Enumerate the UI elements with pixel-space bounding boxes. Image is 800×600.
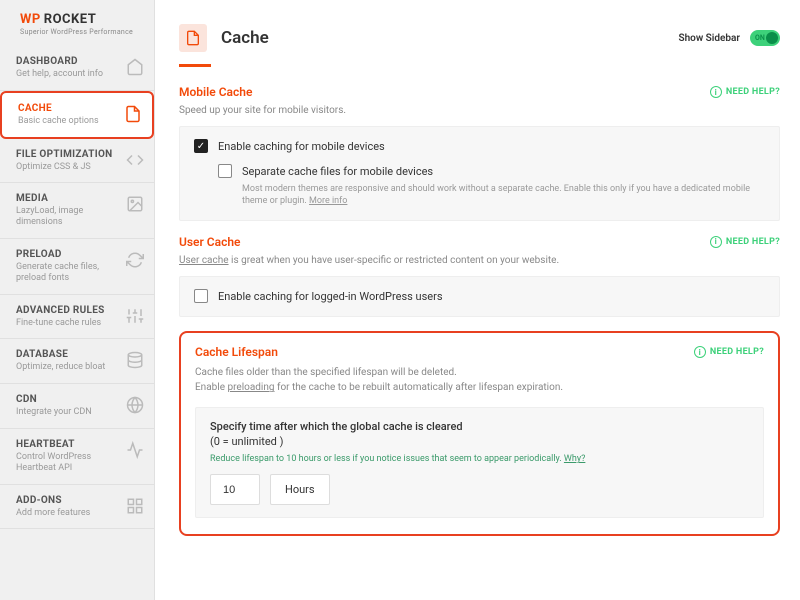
nav-item-cache[interactable]: CACHE Basic cache options	[0, 91, 154, 139]
lifespan-title: Cache Lifespan	[195, 345, 278, 359]
nav-title: CACHE	[18, 103, 118, 114]
show-sidebar-toggle[interactable]: ON	[750, 30, 780, 46]
enable-mobile-cache-checkbox[interactable]: ✓	[194, 139, 208, 153]
nav-item-database[interactable]: DATABASE Optimize, reduce bloat	[0, 339, 154, 384]
nav-item-heartbeat[interactable]: HEARTBEAT Control WordPress Heartbeat API	[0, 429, 154, 485]
separate-mobile-cache-checkbox[interactable]	[218, 164, 232, 178]
enable-mobile-cache-label: Enable caching for mobile devices	[218, 139, 385, 154]
heart-icon	[126, 441, 144, 459]
tab-underline	[179, 64, 211, 67]
nav-title: PRELOAD	[16, 249, 120, 260]
preloading-link[interactable]: preloading	[227, 382, 274, 393]
section-mobile-cache: Mobile Cache i NEED HELP? Speed up your …	[155, 85, 800, 235]
nav-sub: Basic cache options	[18, 116, 118, 127]
nav-sub: Add more features	[16, 508, 120, 519]
show-sidebar-label: Show Sidebar	[678, 33, 740, 44]
lifespan-need-help[interactable]: i NEED HELP?	[694, 346, 764, 358]
separate-mobile-cache-sub: Most modern themes are responsive and sh…	[242, 183, 765, 208]
nav-sub: Generate cache files, preload fonts	[16, 262, 120, 284]
why-link[interactable]: Why?	[564, 454, 585, 464]
home-icon	[126, 58, 144, 76]
lifespan-hint: Reduce lifespan to 10 hours or less if y…	[210, 454, 749, 464]
logo: WP ROCKET Superior WordPress Performance	[0, 0, 154, 46]
section-cache-lifespan: Cache Lifespan i NEED HELP? Cache files …	[155, 331, 800, 550]
nav-sub: Control WordPress Heartbeat API	[16, 452, 120, 474]
nav-title: ADD-ONS	[16, 495, 120, 506]
nav-sub: Optimize CSS & JS	[16, 162, 120, 173]
mobile-desc: Speed up your site for mobile visitors.	[179, 105, 780, 116]
page-header: Cache Show Sidebar ON	[155, 0, 800, 64]
page-title: Cache	[221, 28, 269, 48]
nav-title: MEDIA	[16, 193, 120, 204]
nav-title: FILE OPTIMIZATION	[16, 149, 120, 160]
logo-rocket: ROCKET	[44, 12, 97, 27]
nav-sub: Integrate your CDN	[16, 407, 120, 418]
globe-icon	[126, 396, 144, 414]
help-icon: i	[694, 346, 706, 358]
user-cache-title: User Cache	[179, 235, 241, 249]
more-info-link[interactable]: More info	[309, 196, 347, 206]
sidebar: WP ROCKET Superior WordPress Performance…	[0, 0, 155, 600]
user-cache-link[interactable]: User cache	[179, 255, 229, 266]
code-icon	[126, 151, 144, 169]
lifespan-label-sub: (0 = unlimited )	[210, 435, 749, 448]
nav-item-cdn[interactable]: CDN Integrate your CDN	[0, 384, 154, 429]
lifespan-value-input[interactable]	[210, 474, 260, 505]
nav-item-file-optimization[interactable]: FILE OPTIMIZATION Optimize CSS & JS	[0, 139, 154, 184]
image-icon	[126, 195, 144, 213]
logo-wp: WP	[20, 12, 41, 27]
addons-icon	[126, 497, 144, 515]
user-need-help[interactable]: i NEED HELP?	[710, 236, 780, 248]
nav-sub: Optimize, reduce bloat	[16, 362, 120, 373]
nav-title: CDN	[16, 394, 120, 405]
lifespan-unit-select[interactable]: Hours	[270, 474, 330, 505]
nav: DASHBOARD Get help, account info CACHE Basi…	[0, 46, 154, 600]
nav-item-add-ons[interactable]: ADD-ONS Add more features	[0, 485, 154, 530]
nav-title: ADVANCED RULES	[16, 305, 120, 316]
nav-sub: Get help, account info	[16, 69, 120, 80]
nav-title: HEARTBEAT	[16, 439, 120, 450]
section-user-cache: User Cache i NEED HELP? User cache is gr…	[155, 235, 800, 331]
lifespan-label: Specify time after which the global cach…	[210, 420, 749, 433]
separate-mobile-cache-label: Separate cache files for mobile devices	[242, 164, 765, 179]
mobile-cache-title: Mobile Cache	[179, 85, 252, 99]
nav-item-dashboard[interactable]: DASHBOARD Get help, account info	[0, 46, 154, 91]
nav-title: DATABASE	[16, 349, 120, 360]
refresh-icon	[126, 251, 144, 269]
main-content: Cache Show Sidebar ON Mobile Cache i NEE…	[155, 0, 800, 600]
mobile-need-help[interactable]: i NEED HELP?	[710, 86, 780, 98]
logo-tagline: Superior WordPress Performance	[20, 28, 144, 36]
nav-title: DASHBOARD	[16, 56, 120, 67]
user-desc: User cache is great when you have user-s…	[179, 255, 780, 266]
doc-icon	[124, 105, 142, 123]
nav-sub: LazyLoad, image dimensions	[16, 206, 120, 228]
cache-header-icon	[179, 24, 207, 52]
db-icon	[126, 351, 144, 369]
nav-sub: Fine-tune cache rules	[16, 318, 120, 329]
lifespan-desc: Cache files older than the specified lif…	[195, 365, 764, 395]
help-icon: i	[710, 86, 722, 98]
enable-user-cache-checkbox[interactable]	[194, 289, 208, 303]
sliders-icon	[126, 307, 144, 325]
nav-item-media[interactable]: MEDIA LazyLoad, image dimensions	[0, 183, 154, 239]
nav-item-preload[interactable]: PRELOAD Generate cache files, preload fon…	[0, 239, 154, 295]
help-icon: i	[710, 236, 722, 248]
nav-item-advanced-rules[interactable]: ADVANCED RULES Fine-tune cache rules	[0, 295, 154, 340]
enable-user-cache-label: Enable caching for logged-in WordPress u…	[218, 289, 443, 304]
